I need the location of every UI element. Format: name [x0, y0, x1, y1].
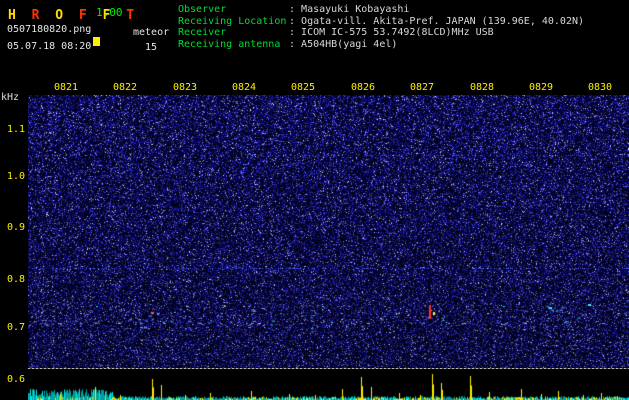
time-tick: 0828: [469, 82, 495, 93]
title-letter: H: [8, 8, 16, 23]
info-row-receiver: Receiver: ICOM IC-575 53.7492(8LCD)MHz U…: [178, 27, 584, 39]
time-tick: 0826: [350, 82, 376, 93]
panel-separator: [28, 368, 629, 369]
title-letter: T: [126, 8, 135, 23]
time-tick: 0824: [231, 82, 257, 93]
info-separator: :: [289, 15, 302, 27]
info-row-observer: Observer: Masayuki Kobayashi: [178, 4, 584, 16]
output-filename: 0507180820.png: [7, 24, 92, 35]
info-separator: :: [289, 38, 302, 50]
info-label: Receiving Location: [178, 15, 287, 27]
info-row-antenna: Receiving antenna: A504HB(yagi 4el): [178, 39, 584, 51]
freq-tick: 0.8: [6, 274, 25, 285]
time-tick: 0825: [290, 82, 316, 93]
info-label: Observer: [178, 4, 227, 15]
info-label: Receiver: [178, 27, 227, 38]
freq-tick: 0.9: [6, 222, 25, 233]
freq-tick: 0.6: [6, 374, 25, 385]
meteor-counter-label: meteor: [133, 27, 170, 38]
freq-tick: 1.1: [6, 124, 25, 135]
freq-unit-label: kHz: [1, 92, 20, 103]
observation-datetime: 05.07.18 08:20: [7, 41, 92, 52]
signal-strength-canvas: [28, 370, 629, 400]
station-info-panel: Observer: Masayuki Kobayashi Receiving L…: [178, 4, 584, 50]
info-row-location: Receiving Location: Ogata-vill. Akita-Pr…: [178, 16, 584, 28]
info-value: Ogata-vill. Akita-Pref. JAPAN (139.96E, …: [301, 15, 585, 27]
time-tick: 0829: [528, 82, 554, 93]
time-tick: 0827: [409, 82, 435, 93]
status-block-icon: [93, 37, 100, 46]
title-letter: O: [55, 8, 64, 23]
info-value: ICOM IC-575 53.7492(8LCD)MHz USB: [301, 27, 494, 38]
hrofft-window: H R O F F T 1.00 0507180820.png 05.07.18…: [0, 0, 629, 400]
freq-tick: 1.0: [6, 171, 25, 182]
time-tick: 0822: [112, 82, 138, 93]
spectrogram-canvas: [28, 95, 629, 368]
title-letter: F: [78, 8, 87, 23]
info-separator: :: [289, 4, 302, 15]
time-tick: 0821: [53, 82, 79, 93]
title-letter: R: [31, 8, 40, 23]
time-tick: 0823: [172, 82, 198, 93]
time-tick: 0830: [587, 82, 613, 93]
info-label: Receiving antenna: [178, 38, 281, 50]
info-value: Masayuki Kobayashi: [301, 4, 410, 15]
meteor-counter-value: 15: [145, 42, 158, 53]
info-value: A504HB(yagi 4el): [301, 38, 398, 50]
freq-tick: 0.7: [6, 322, 25, 333]
info-separator: :: [289, 27, 302, 38]
app-version: 1.00: [96, 6, 123, 19]
